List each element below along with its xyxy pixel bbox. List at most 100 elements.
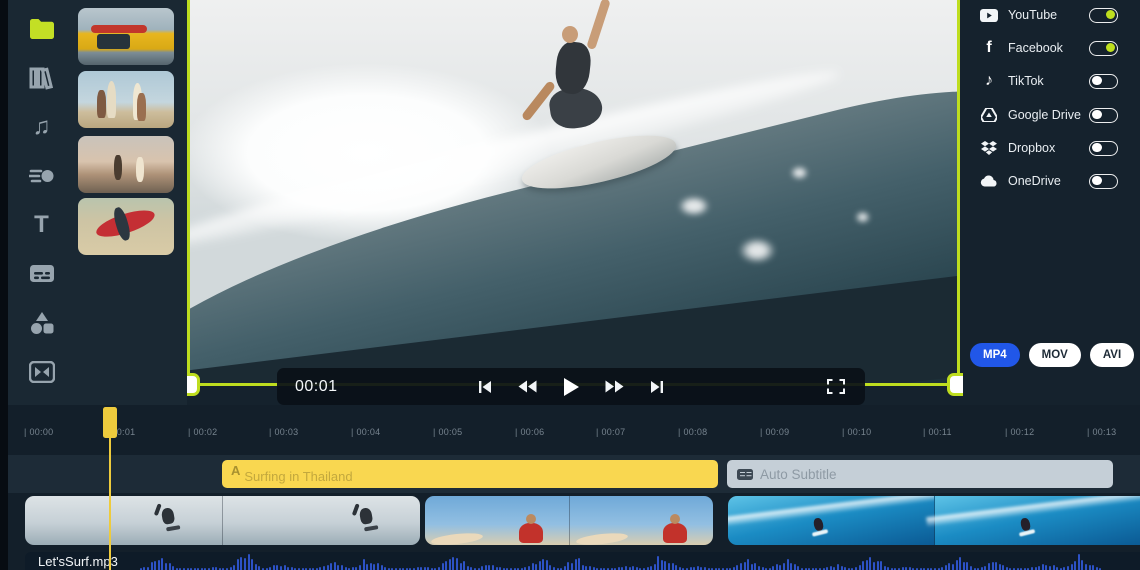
fast-forward-button[interactable] xyxy=(605,380,624,393)
tool-sidebar: ♫ T xyxy=(8,0,75,405)
share-label: YouTube xyxy=(1008,8,1058,22)
youtube-toggle[interactable] xyxy=(1089,7,1118,23)
ruler-tick: | 00:11 xyxy=(923,427,952,437)
surfboard-art xyxy=(575,531,628,545)
sidebar-item-subtitles[interactable] xyxy=(20,249,64,298)
timeline-ruler[interactable]: | 00:00 | 00:01 | 00:02 | 00:03 | 00:04 … xyxy=(0,405,1140,455)
auto-subtitle-clip[interactable]: Auto Subtitle xyxy=(727,460,1113,488)
subtitle-clip-icon xyxy=(737,468,753,480)
thumbnail-image-jeep xyxy=(78,8,174,65)
share-label: OneDrive xyxy=(1008,174,1061,188)
sidebar-item-shapes[interactable] xyxy=(20,298,64,347)
ruler-tick: | 00:06 xyxy=(515,427,545,437)
timeline: | 00:00 | 00:01 | 00:02 | 00:03 | 00:04 … xyxy=(0,405,1140,570)
media-thumbnail[interactable] xyxy=(78,71,174,128)
toggle-knob xyxy=(1092,75,1102,86)
surfer-head-art xyxy=(562,26,578,43)
toggle-knob xyxy=(1105,9,1115,20)
ruler-tick: | 00:13 xyxy=(1087,427,1117,437)
current-time: 00:01 xyxy=(295,377,338,395)
onedrive-toggle[interactable] xyxy=(1089,173,1118,189)
media-thumbnail[interactable] xyxy=(78,8,174,65)
ruler-tick: | 00:03 xyxy=(269,427,299,437)
shapes-icon xyxy=(30,311,53,334)
surfboard-art xyxy=(430,531,484,545)
share-row-tiktok[interactable]: ♪ TikTok xyxy=(963,68,1140,94)
video-clip-blue-wave[interactable] xyxy=(728,496,1140,545)
foam-art xyxy=(926,496,1140,527)
google-drive-icon xyxy=(979,108,999,122)
sidebar-item-elements[interactable] xyxy=(20,151,64,200)
sidebar-item-audio[interactable]: ♫ xyxy=(20,102,64,151)
sidebar-item-text[interactable]: T xyxy=(20,200,64,249)
clip-frame xyxy=(926,496,1140,545)
media-thumbnail[interactable] xyxy=(78,198,174,255)
dropbox-toggle[interactable] xyxy=(1089,140,1118,156)
sidebar-item-transitions[interactable] xyxy=(20,347,64,396)
window-edge xyxy=(0,0,8,570)
facebook-icon: f xyxy=(986,39,992,56)
play-button[interactable] xyxy=(563,377,579,396)
surfer-silhouette-art xyxy=(358,507,374,525)
media-thumbnail-rail xyxy=(75,0,187,405)
share-label: Dropbox xyxy=(1008,141,1056,155)
thumbnail-image-beach-walk xyxy=(78,136,174,193)
playback-bar: 00:01 xyxy=(277,368,865,405)
audio-clip[interactable]: Let'sSurf.mp3 xyxy=(25,552,1140,570)
subtitle-icon xyxy=(29,265,54,282)
clip-frame xyxy=(222,496,420,545)
google-drive-toggle[interactable] xyxy=(1089,107,1118,123)
media-thumbnail[interactable] xyxy=(78,136,174,193)
video-clip-red-shirt[interactable] xyxy=(425,496,713,545)
text-tool-icon: T xyxy=(34,210,49,238)
ruler-tick: | 00:12 xyxy=(1005,427,1035,437)
transition-icon xyxy=(28,360,55,383)
share-row-facebook[interactable]: f Facebook xyxy=(963,35,1140,61)
onedrive-icon xyxy=(979,175,999,187)
share-label: TikTok xyxy=(1008,74,1044,88)
video-editor-app: ♫ T 00:01 YouTube f Facebook ♪ TikTok Go… xyxy=(0,0,1140,570)
video-clip-surfer-jump[interactable] xyxy=(25,496,420,545)
playhead-handle[interactable] xyxy=(103,407,117,438)
wave-surfer-art xyxy=(812,517,825,532)
share-row-onedrive[interactable]: OneDrive xyxy=(963,168,1140,194)
sidebar-item-stock-library[interactable] xyxy=(20,53,64,102)
rewind-button[interactable] xyxy=(518,380,537,393)
ruler-tick: | 00:08 xyxy=(678,427,708,437)
foam-art xyxy=(728,496,942,527)
text-clip-label: Surfing in Thailand xyxy=(244,468,353,484)
video-preview[interactable] xyxy=(177,0,970,396)
toggle-knob xyxy=(1092,142,1102,153)
toggle-knob xyxy=(1105,42,1115,53)
ruler-tick: | 00:02 xyxy=(188,427,218,437)
fullscreen-icon[interactable] xyxy=(827,379,845,394)
red-shirt-figure-art xyxy=(663,514,687,543)
share-label: Facebook xyxy=(1008,41,1063,55)
wave-surfer-art xyxy=(1019,517,1032,532)
audio-waveform xyxy=(139,552,1102,570)
skip-to-end-button[interactable] xyxy=(650,380,664,394)
share-row-dropbox[interactable]: Dropbox xyxy=(963,135,1140,161)
red-shirt-figure-art xyxy=(518,514,543,543)
format-mov-button[interactable]: MOV xyxy=(1028,343,1081,367)
folder-media-icon xyxy=(29,18,54,39)
sidebar-item-media[interactable] xyxy=(20,4,64,53)
text-clip[interactable]: A Surfing in Thailand xyxy=(222,460,718,488)
thumbnail-image-couple xyxy=(78,71,174,128)
toggle-knob xyxy=(1092,175,1102,186)
tiktok-toggle[interactable] xyxy=(1089,73,1118,89)
elements-icon xyxy=(28,169,53,182)
share-row-youtube[interactable]: YouTube xyxy=(963,2,1140,28)
clip-frame xyxy=(425,496,569,545)
clip-frame xyxy=(568,496,713,545)
ruler-tick: | 00:00 xyxy=(24,427,54,437)
skip-to-start-button[interactable] xyxy=(478,380,492,394)
share-row-google-drive[interactable]: Google Drive xyxy=(963,102,1140,128)
transport-controls xyxy=(478,377,664,396)
facebook-toggle[interactable] xyxy=(1089,40,1118,56)
format-avi-button[interactable]: AVI xyxy=(1089,343,1135,367)
format-mp4-button[interactable]: MP4 xyxy=(970,343,1020,367)
clip-frame xyxy=(728,496,942,545)
surfer-silhouette-art xyxy=(160,507,176,525)
ruler-tick: | 00:10 xyxy=(842,427,872,437)
